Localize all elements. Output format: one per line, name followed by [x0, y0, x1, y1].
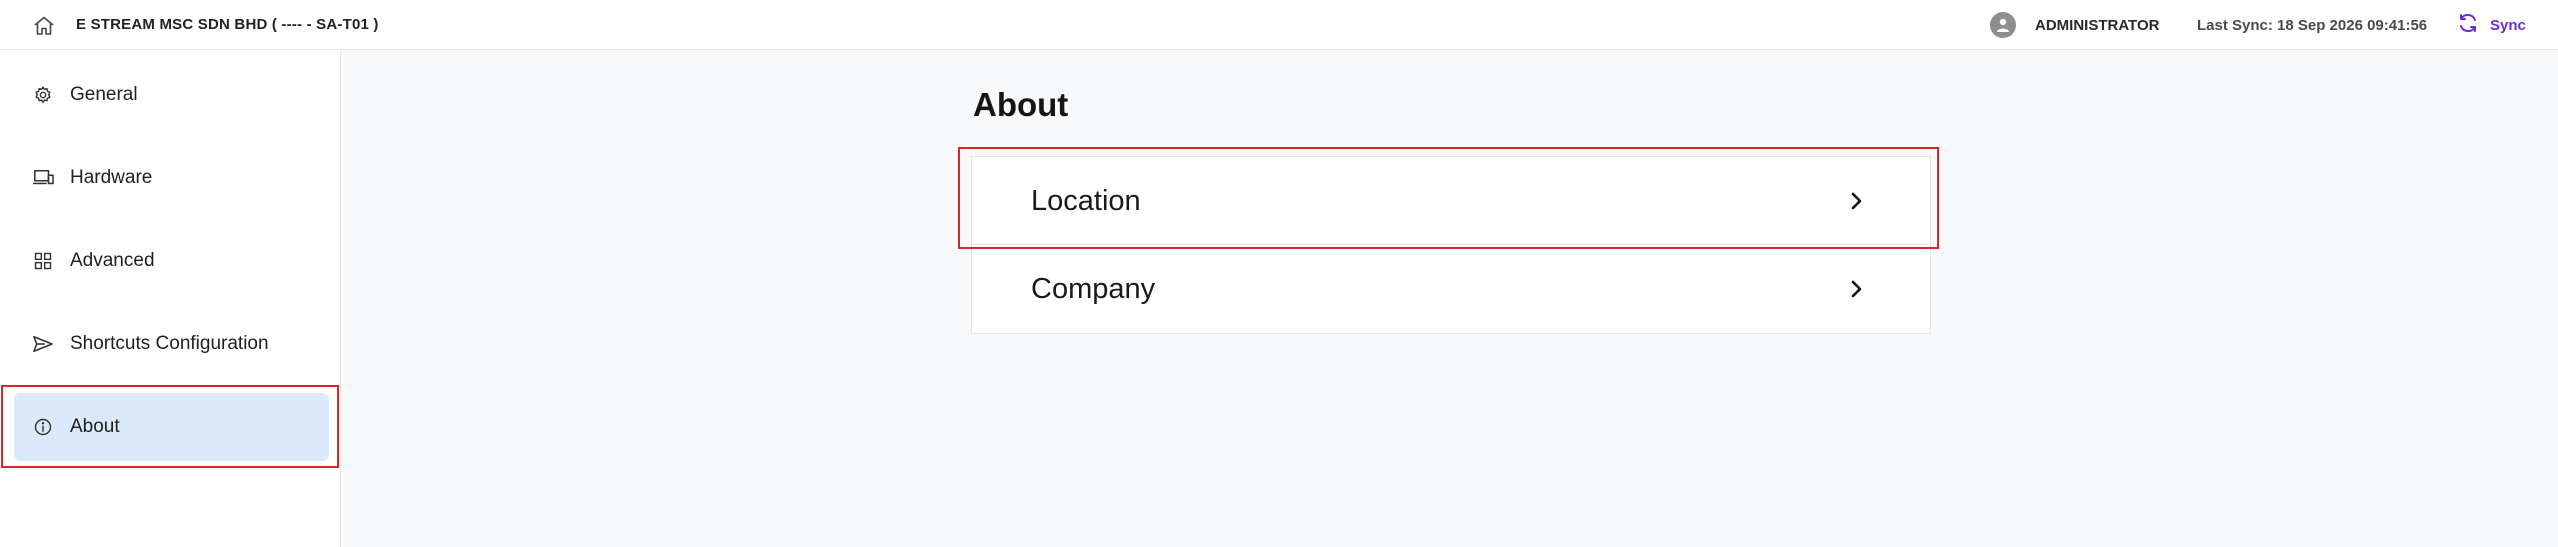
top-bar: E STREAM MSC SDN BHD ( ---- - SA-T01 ) A… [0, 0, 2558, 50]
grid-icon [32, 250, 54, 272]
user-name: ADMINISTRATOR [2035, 17, 2160, 34]
user-avatar-icon[interactable] [1990, 12, 2016, 38]
sidebar-item-about[interactable]: About [14, 393, 329, 461]
home-icon[interactable] [32, 14, 56, 38]
chevron-right-icon [1844, 277, 1868, 301]
card-location[interactable]: Location [971, 156, 1931, 246]
sidebar-item-general[interactable]: General [14, 61, 329, 129]
sidebar-item-shortcuts-configuration[interactable]: Shortcuts Configuration [14, 310, 329, 378]
gear-icon [32, 84, 54, 106]
sidebar-item-label: General [70, 84, 138, 105]
devices-icon [32, 167, 54, 189]
page-title: About [973, 86, 1069, 123]
last-sync-timestamp: Last Sync: 18 Sep 2026 09:41:56 [2197, 17, 2428, 34]
sidebar-item-advanced[interactable]: Advanced [14, 227, 329, 295]
sidebar-item-label: About [70, 416, 120, 437]
sidebar-item-label: Advanced [70, 250, 155, 271]
card-label: Location [1031, 184, 1141, 217]
sidebar: General Hardware Advanced Shortcuts Conf… [0, 50, 341, 547]
company-title: E STREAM MSC SDN BHD ( ---- - SA-T01 ) [76, 16, 379, 33]
send-icon [32, 333, 54, 355]
sidebar-item-label: Hardware [70, 167, 153, 188]
info-icon [32, 416, 54, 438]
card-company[interactable]: Company [971, 244, 1931, 334]
sync-button[interactable]: Sync [2456, 11, 2526, 39]
sidebar-item-hardware[interactable]: Hardware [14, 144, 329, 212]
sidebar-item-label: Shortcuts Configuration [70, 333, 269, 354]
sync-icon [2456, 11, 2480, 40]
sync-label: Sync [2490, 16, 2526, 34]
chevron-right-icon [1844, 189, 1868, 213]
card-label: Company [1031, 272, 1156, 305]
